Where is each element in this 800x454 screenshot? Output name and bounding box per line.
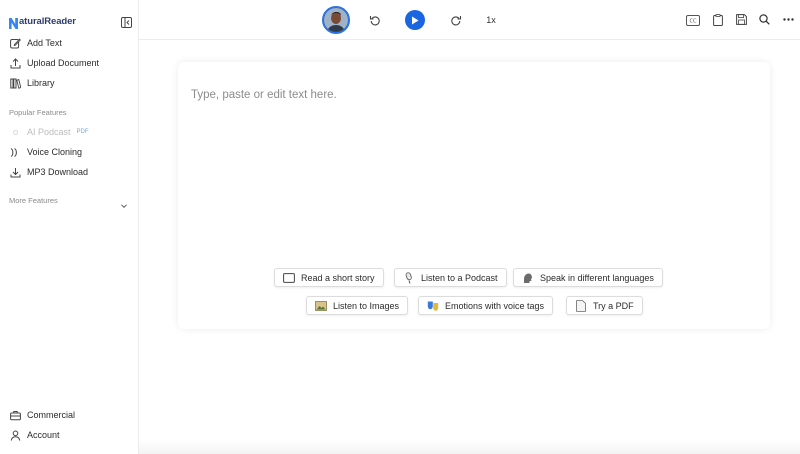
voice-avatar-button[interactable] [322,6,350,34]
suggestion-try-pdf[interactable]: Try a PDF [566,296,643,315]
voice-clone-icon [9,146,21,158]
sidebar-item-label: Voice Cloning [27,147,83,157]
briefcase-icon [9,409,21,421]
user-icon [9,429,21,441]
play-icon [412,16,419,24]
search-icon[interactable] [758,13,771,26]
suggestion-label: Emotions with voice tags [445,300,545,311]
save-icon[interactable] [735,13,748,26]
sidebar-item-label: AI Podcast [27,127,71,137]
suggestion-speak-languages[interactable]: Speak in different languages [513,268,663,287]
pdf-badge: PDF [76,129,89,135]
sidebar-item-label: Account [27,430,60,440]
picture-icon [315,300,327,312]
sidebar-item-label: Library [27,78,55,88]
sidebar: aturalReader Add Text Upload Document Li… [0,0,139,454]
podcast-icon [9,126,21,138]
sidebar-item-mp3-download[interactable]: MP3 Download [9,164,88,180]
suggestion-emotions-voice-tags[interactable]: Emotions with voice tags [418,296,554,315]
sidebar-item-library[interactable]: Library [9,75,55,91]
theater-masks-icon [427,300,439,312]
chevron-down-icon[interactable] [120,197,128,215]
sidebar-item-commercial[interactable]: Commercial [9,407,75,423]
avatar-icon [324,8,348,32]
logo-n-icon [9,16,18,29]
suggestion-listen-images[interactable]: Listen to Images [306,296,409,315]
editor-placeholder[interactable]: Type, paste or edit text here. [191,89,337,101]
rewind-icon[interactable] [368,13,382,27]
edit-icon [9,37,21,49]
sidebar-item-label: Commercial [27,410,76,420]
suggestion-label: Try a PDF [593,300,634,311]
sidebar-item-ai-podcast[interactable]: AI Podcast PDF [9,124,89,140]
upload-icon [9,57,21,69]
app-logo[interactable]: aturalReader [9,13,76,29]
text-editor[interactable]: Type, paste or edit text here. Read a sh… [178,62,770,329]
sidebar-item-label: MP3 Download [27,167,89,177]
book-icon [283,272,295,284]
sidebar-item-voice-cloning[interactable]: Voice Cloning [9,144,82,160]
microphone-icon [403,271,415,284]
suggestion-label: Listen to a Podcast [421,272,498,283]
more-icon[interactable] [782,13,795,26]
speaking-head-icon [522,272,534,284]
svg-text:CC: CC [690,18,697,24]
suggestion-label: Speak in different languages [540,272,654,283]
logo-text: aturalReader [19,15,76,27]
sidebar-item-account[interactable]: Account [9,427,60,443]
sidebar-item-label: Upload Document [27,58,100,68]
cc-icon[interactable]: CC [686,14,700,26]
suggestion-label: Read a short story [301,272,375,283]
suggestion-label: Listen to Images [333,300,400,311]
suggestion-read-short-story[interactable]: Read a short story [274,268,384,287]
sidebar-item-label: Add Text [27,38,62,48]
collapse-sidebar-icon[interactable] [121,15,132,28]
bottom-edge [139,440,800,454]
library-icon [9,77,21,89]
forward-icon[interactable] [449,13,463,27]
more-features-toggle[interactable]: More Features [9,196,58,205]
sidebar-item-add-text[interactable]: Add Text [9,35,62,51]
sidebar-item-upload-document[interactable]: Upload Document [9,55,99,71]
clipboard-icon[interactable] [712,13,724,26]
document-icon [575,299,587,312]
player-toolbar: 1x CC [139,0,800,40]
download-icon [9,166,21,178]
speed-button[interactable]: 1x [485,13,497,27]
suggestion-listen-podcast[interactable]: Listen to a Podcast [394,268,507,287]
popular-features-heading: Popular Features [9,108,67,117]
play-button[interactable] [405,10,425,30]
